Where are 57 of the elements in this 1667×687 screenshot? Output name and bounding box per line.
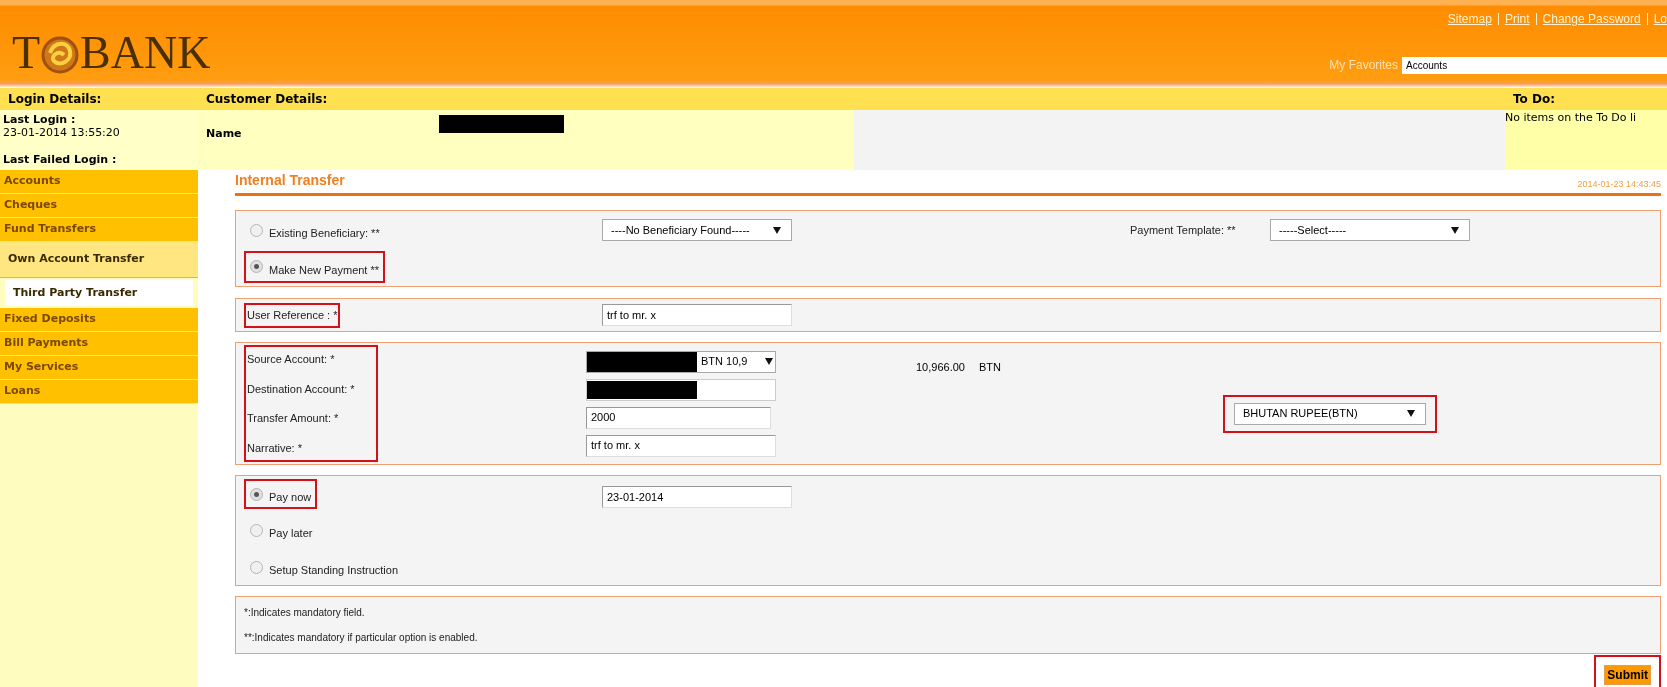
page-title: Internal Transfer (235, 171, 345, 190)
sidebar-item[interactable]: Fixed Deposits (0, 308, 198, 332)
name-label: Name (206, 125, 242, 142)
footnote: **:Indicates mandatory if particular option is enabled. (244, 631, 479, 645)
radio-label: Setup Standing Instruction (269, 562, 399, 578)
field-label: User Reference : * (247, 308, 338, 324)
field-label: Destination Account: * (247, 381, 356, 397)
sidebar-item[interactable]: Accounts (0, 170, 198, 194)
favorites-select[interactable]: Accounts (1402, 56, 1667, 74)
dropdown[interactable]: BTN 10,9 (586, 350, 776, 373)
todo-message: No items on the To Do li (1505, 110, 1638, 126)
caret-icon (1406, 410, 1415, 417)
dropdown[interactable]: ----No Beneficiary Found----- (602, 219, 792, 242)
radio-label: Pay now (269, 489, 312, 505)
favorites-label: My Favorites (1329, 57, 1398, 74)
caret-icon (1451, 226, 1459, 234)
logo-text: BANK (80, 30, 211, 76)
timestamp: 2014-01-23 14:43:45 (1577, 177, 1661, 191)
caret-icon (765, 358, 773, 365)
field-label: Source Account: * (247, 352, 336, 367)
balance-amount: 10,966.00 (916, 360, 965, 375)
last-failed-login-label: Last Failed Login : (3, 152, 118, 168)
radio-button[interactable] (250, 223, 263, 237)
input-field[interactable]: trf to mr. x (602, 304, 792, 326)
radio-button[interactable] (250, 487, 263, 501)
input-field[interactable]: 23-01-2014 (602, 486, 792, 508)
radio-button[interactable] (250, 260, 263, 274)
logo-letter: T (12, 30, 41, 76)
field-label: Narrative: * (247, 440, 304, 456)
balance-currency: BTN (978, 360, 1001, 375)
sidebar-item[interactable]: Own Account Transfer (0, 242, 198, 278)
sidebar-item[interactable]: Third Party Transfer (5, 280, 193, 306)
radio-label: Existing Beneficiary: ** (269, 226, 380, 241)
radio-label: Pay later (269, 526, 313, 542)
payment-template-label: Payment Template: ** (1130, 223, 1237, 238)
caret-icon (773, 226, 781, 234)
radio-button[interactable] (250, 560, 263, 574)
sidebar-item[interactable]: My Services (0, 356, 198, 380)
dropdown[interactable]: -----Select----- (1270, 219, 1470, 242)
sidebar-item[interactable]: Cheques (0, 194, 198, 218)
panel-header: Login Details: (0, 88, 198, 110)
input-field[interactable]: 2000 (586, 406, 771, 429)
radio-button[interactable] (250, 524, 263, 537)
panel-header: Customer Details: (198, 88, 1505, 110)
sidebar-item[interactable]: Fund Transfers (0, 218, 198, 242)
submit-button[interactable]: Submit (1604, 665, 1651, 685)
footnote: *:Indicates mandatory field. (244, 606, 366, 620)
input-field[interactable]: trf to mr. x (586, 434, 776, 457)
last-login-value: 23-01-2014 13:55:20 (3, 126, 121, 139)
last-login-label: Last Login : (3, 113, 77, 126)
dropdown[interactable]: BHUTAN RUPEE(BTN) (1233, 402, 1426, 425)
sidebar-item[interactable]: Loans (0, 380, 198, 404)
radio-label: Make New Payment ** (269, 262, 380, 278)
input-field[interactable] (586, 378, 776, 401)
field-label: Transfer Amount: * (247, 411, 340, 426)
panel-header: To Do: (1505, 88, 1667, 110)
sidebar-item[interactable]: Bill Payments (0, 332, 198, 356)
